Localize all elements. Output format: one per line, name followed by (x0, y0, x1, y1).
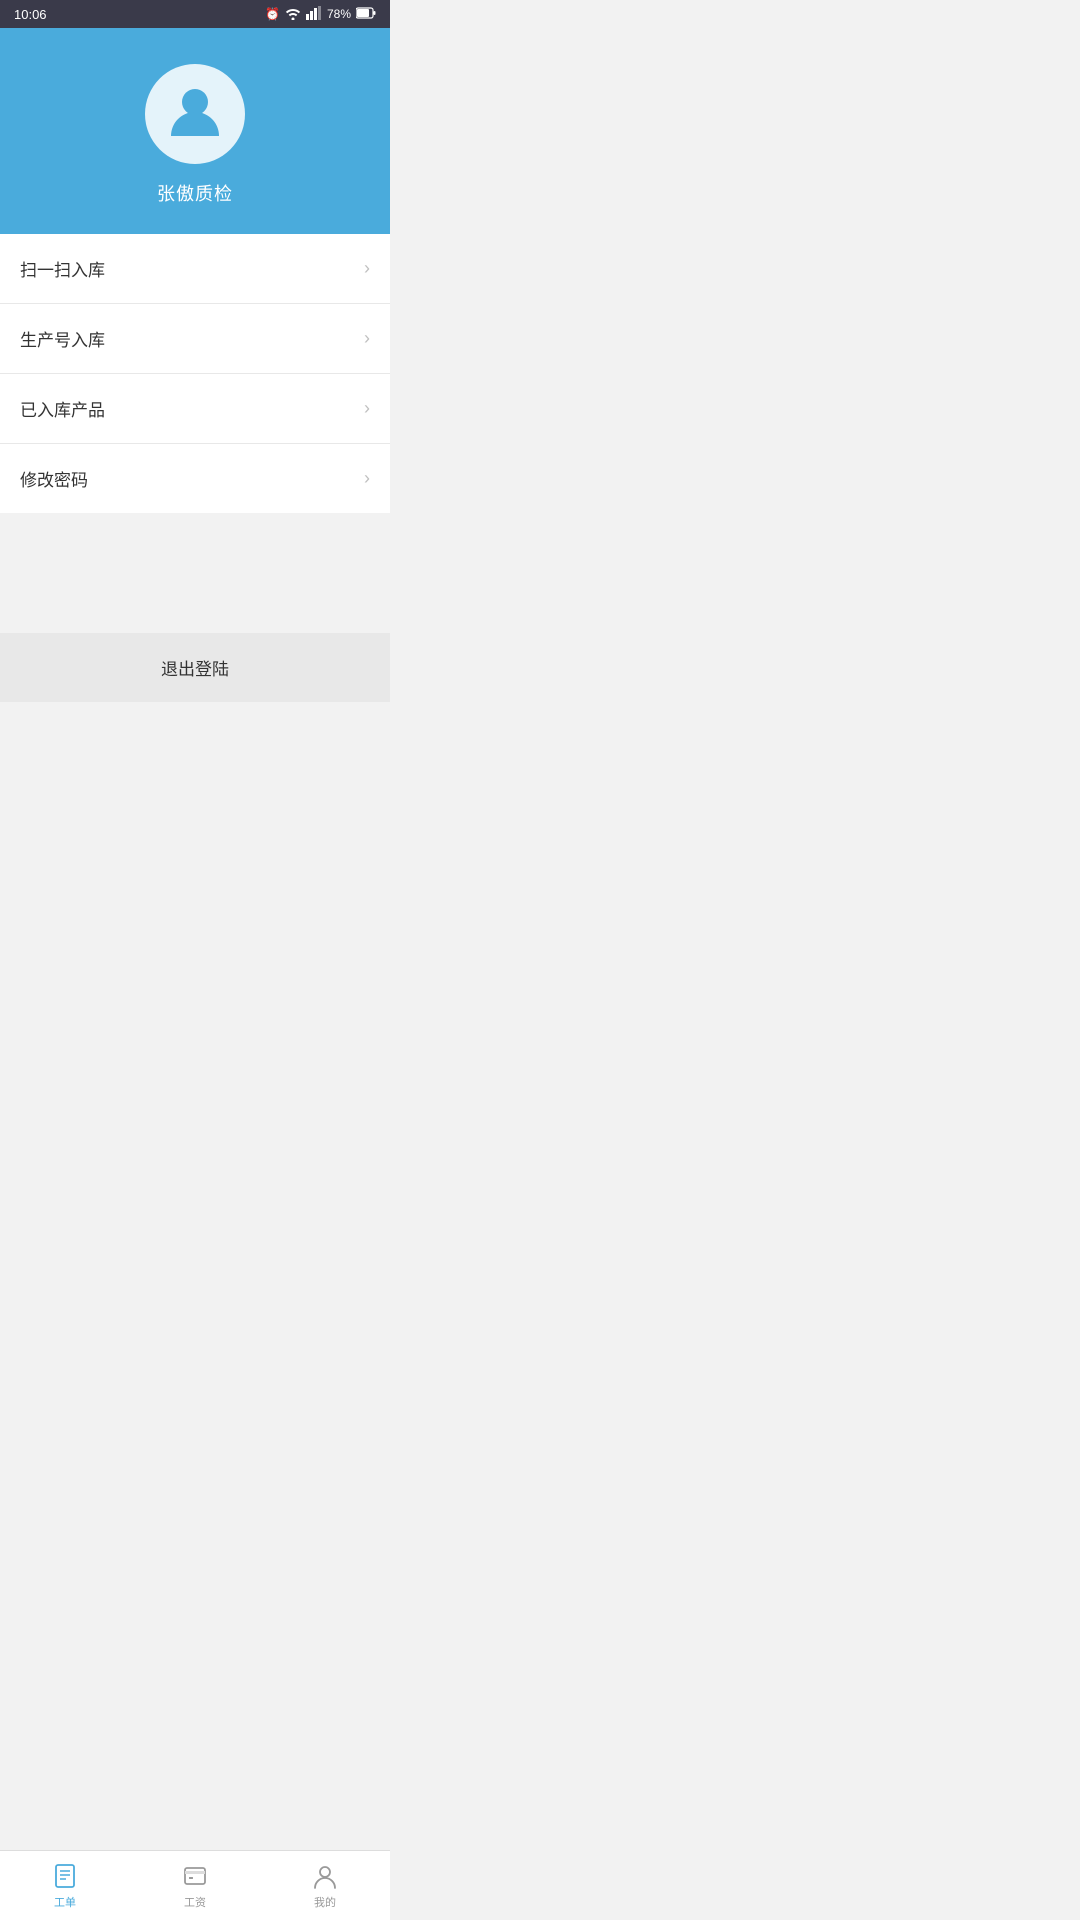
wifi-icon (285, 6, 301, 23)
menu-item-production-in[interactable]: 生产号入库 › (0, 304, 390, 374)
menu-item-stored-products-label: 已入库产品 (20, 396, 105, 421)
signal-icon (306, 6, 322, 23)
logout-button[interactable]: 退出登陆 (0, 635, 390, 700)
tab-mine[interactable]: 我的 (260, 1851, 390, 1920)
chevron-production-in-icon: › (364, 328, 370, 349)
menu-item-stored-products[interactable]: 已入库产品 › (0, 374, 390, 444)
tab-mine-label: 我的 (314, 1894, 336, 1910)
status-bar: 10:06 ⏰ 78% (0, 0, 390, 28)
menu-list: 扫一扫入库 › 生产号入库 › 已入库产品 › 修改密码 › (0, 234, 390, 513)
menu-item-change-password[interactable]: 修改密码 › (0, 444, 390, 513)
logout-section: 退出登陆 (0, 633, 390, 702)
status-icons: ⏰ 78% (265, 6, 376, 23)
profile-header: 张傲质检 (0, 28, 390, 234)
chevron-stored-icon: › (364, 398, 370, 419)
menu-item-change-password-label: 修改密码 (20, 466, 88, 491)
profile-name: 张傲质检 (157, 180, 233, 206)
tab-work-order-label: 工单 (54, 1894, 76, 1910)
menu-item-scan-in-label: 扫一扫入库 (20, 256, 105, 281)
menu-item-production-in-label: 生产号入库 (20, 326, 105, 351)
battery-icon (356, 7, 376, 22)
salary-icon (181, 1862, 209, 1890)
mine-icon (311, 1862, 339, 1890)
alarm-icon: ⏰ (265, 7, 280, 21)
avatar-icon (163, 80, 227, 149)
tab-bar: 工单 工资 我的 (0, 1850, 390, 1920)
work-order-icon (51, 1862, 79, 1890)
chevron-password-icon: › (364, 468, 370, 489)
tab-salary-label: 工资 (184, 1894, 206, 1910)
chevron-scan-in-icon: › (364, 258, 370, 279)
tab-salary[interactable]: 工资 (130, 1851, 260, 1920)
menu-item-scan-in[interactable]: 扫一扫入库 › (0, 234, 390, 304)
status-time: 10:06 (14, 7, 47, 22)
avatar (145, 64, 245, 164)
grey-gap (0, 513, 390, 633)
tab-work-order[interactable]: 工单 (0, 1851, 130, 1920)
battery-percent: 78% (327, 7, 351, 21)
